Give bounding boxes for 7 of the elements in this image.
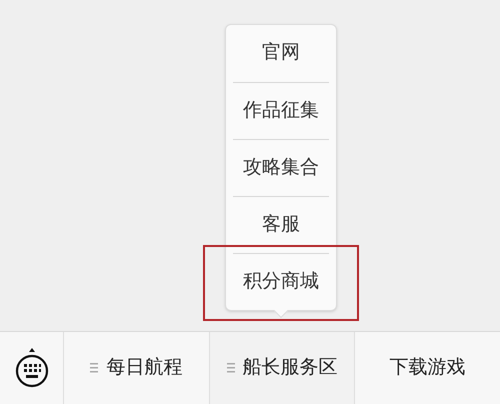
submenu-item[interactable]: 攻略集合 [239,154,323,182]
submenu-item[interactable]: 客服 [258,210,304,240]
menu-tab[interactable]: 船长服务区 [210,332,356,404]
submenu-item[interactable]: 作品征集 [239,96,323,126]
submenu-item[interactable]: 积分商城 [239,268,323,296]
keyboard-icon [14,347,50,389]
submenu-item[interactable]: 官网 [258,39,304,68]
